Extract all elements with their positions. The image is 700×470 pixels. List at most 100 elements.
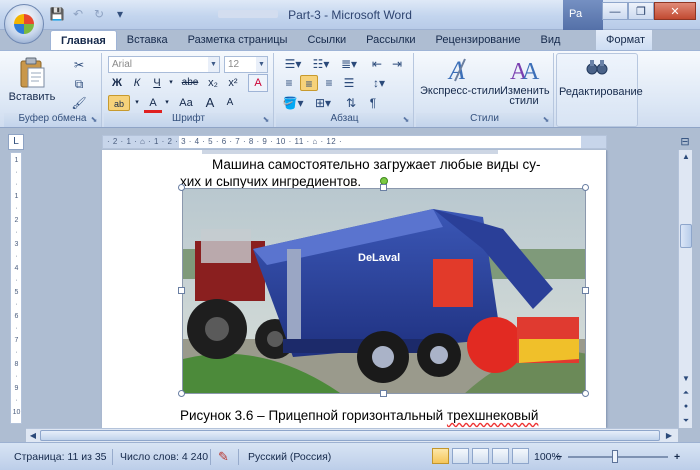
scroll-right-icon[interactable]: ▶ bbox=[662, 429, 676, 442]
tab-page-layout[interactable]: Разметка страницы bbox=[178, 30, 298, 50]
underline-button[interactable]: Ч bbox=[148, 75, 166, 91]
previous-page-icon[interactable]: ⏶ bbox=[679, 386, 693, 400]
tab-mailings[interactable]: Рассылки bbox=[356, 30, 425, 50]
multilevel-list-icon[interactable]: ≣▾ bbox=[336, 56, 362, 72]
font-name-combo[interactable]: Arial ▼ bbox=[108, 56, 220, 73]
zoom-slider-knob[interactable] bbox=[612, 450, 618, 463]
minimize-button[interactable]: — bbox=[602, 2, 628, 20]
resize-handle-w[interactable] bbox=[178, 287, 185, 294]
full-screen-reading-view-icon[interactable] bbox=[452, 448, 469, 464]
italic-button[interactable]: К bbox=[128, 75, 146, 91]
numbering-icon[interactable]: ☷▾ bbox=[308, 56, 334, 72]
scroll-down-icon[interactable]: ▼ bbox=[679, 372, 693, 386]
decrease-indent-icon[interactable]: ⇤ bbox=[368, 56, 386, 72]
resize-handle-sw[interactable] bbox=[178, 390, 185, 397]
resize-handle-ne[interactable] bbox=[582, 184, 589, 191]
increase-indent-icon[interactable]: ⇥ bbox=[388, 56, 406, 72]
paragraph-launcher-icon[interactable]: ⬊ bbox=[401, 115, 411, 125]
next-page-icon[interactable]: ⏷ bbox=[679, 414, 693, 428]
vertical-scrollbar[interactable]: ▲ ▼ ⏶ ● ⏷ bbox=[678, 150, 692, 428]
paragraph-line-1[interactable]: Машина самостоятельно загружает любые ви… bbox=[212, 156, 541, 173]
clipboard-launcher-icon[interactable]: ⬊ bbox=[89, 115, 99, 125]
borders-icon[interactable]: ⊞▾ bbox=[310, 95, 336, 111]
status-page[interactable]: Страница: 11 из 35 bbox=[14, 449, 107, 465]
tab-home[interactable]: Главная bbox=[50, 30, 117, 50]
sort-icon[interactable]: ⇅ bbox=[342, 95, 360, 111]
resize-handle-e[interactable] bbox=[582, 287, 589, 294]
draft-view-icon[interactable] bbox=[512, 448, 529, 464]
font-color-dropdown-icon[interactable]: ▾ bbox=[162, 95, 172, 111]
bold-button[interactable]: Ж bbox=[108, 75, 126, 91]
web-layout-view-icon[interactable] bbox=[472, 448, 489, 464]
copy-icon[interactable]: ⧉ bbox=[70, 76, 88, 92]
shrink-font-button[interactable]: A bbox=[220, 95, 240, 111]
change-case-button[interactable]: Aa bbox=[174, 95, 198, 111]
align-left-icon[interactable]: ≡ bbox=[280, 75, 298, 91]
office-button[interactable] bbox=[4, 4, 44, 44]
editing-button[interactable]: Редактирование bbox=[559, 58, 643, 108]
status-language[interactable]: Русский (Россия) bbox=[248, 449, 331, 465]
view-ruler-icon[interactable]: ⊟ bbox=[678, 134, 692, 150]
tab-selector-button[interactable]: L bbox=[8, 134, 24, 150]
font-size-dropdown-icon[interactable]: ▼ bbox=[256, 57, 267, 72]
font-name-dropdown-icon[interactable]: ▼ bbox=[208, 57, 219, 72]
scroll-left-icon[interactable]: ◀ bbox=[26, 429, 40, 442]
font-size-combo[interactable]: 12 ▼ bbox=[224, 56, 268, 73]
format-painter-icon[interactable]: 🖌 bbox=[70, 95, 88, 111]
horizontal-ruler[interactable]: · 2 · 1 · ⌂ · 1 · 2 · 3 · 4 · 5 · 6 · 7 … bbox=[102, 135, 607, 149]
tab-review[interactable]: Рецензирование bbox=[426, 30, 531, 50]
proofing-icon[interactable]: ✎ bbox=[218, 449, 229, 465]
horizontal-scroll-thumb[interactable] bbox=[40, 430, 660, 441]
grow-font-button[interactable]: A bbox=[200, 95, 220, 111]
vertical-scroll-thumb[interactable] bbox=[680, 224, 692, 248]
tab-references[interactable]: Ссылки bbox=[297, 30, 356, 50]
vertical-ruler[interactable]: 1 · · 1 · 2 · 3 · 4 · 5 · 6 · 7 · 8 · 9 · 10 bbox=[10, 152, 22, 424]
underline-dropdown-icon[interactable]: ▾ bbox=[166, 75, 176, 91]
picture-tools-context-tab[interactable]: Ра bbox=[563, 0, 603, 30]
cut-icon[interactable]: ✂ bbox=[70, 57, 88, 73]
tab-insert[interactable]: Вставка bbox=[117, 30, 178, 50]
styles-launcher-icon[interactable]: ⬊ bbox=[541, 115, 551, 125]
subscript-button[interactable]: x₂ bbox=[204, 75, 222, 91]
show-marks-button[interactable]: ¶ bbox=[364, 95, 382, 111]
scroll-up-icon[interactable]: ▲ bbox=[679, 150, 693, 164]
resize-handle-nw[interactable] bbox=[178, 184, 185, 191]
figure-caption[interactable]: Рисунок 3.6 – Прицепной горизонтальный т… bbox=[180, 408, 538, 423]
bullets-icon[interactable]: ☰▾ bbox=[280, 56, 306, 72]
maximize-button[interactable]: ❐ bbox=[628, 2, 654, 20]
align-right-icon[interactable]: ≡ bbox=[320, 75, 338, 91]
zoom-in-button[interactable]: + bbox=[674, 449, 680, 465]
close-button[interactable]: ✕ bbox=[654, 2, 696, 20]
font-color-button[interactable]: A bbox=[144, 95, 162, 113]
quick-styles-button[interactable]: A Экспресс-стили bbox=[420, 55, 500, 111]
status-word-count[interactable]: Число слов: 4 240 bbox=[120, 449, 208, 465]
strikethrough-button[interactable]: abe bbox=[178, 75, 202, 91]
highlight-dropdown-icon[interactable]: ▾ bbox=[132, 95, 142, 111]
clear-formatting-button[interactable]: A bbox=[248, 74, 268, 92]
tab-format[interactable]: Формат bbox=[596, 30, 652, 50]
zoom-slider[interactable] bbox=[568, 450, 668, 463]
resize-handle-s[interactable] bbox=[380, 390, 387, 397]
outline-view-icon[interactable] bbox=[492, 448, 509, 464]
selected-picture[interactable]: DeLaval bbox=[182, 188, 586, 394]
resize-handle-n[interactable] bbox=[380, 184, 387, 191]
figure-caption-misspelled-word[interactable]: трехшнековый bbox=[447, 408, 538, 423]
group-label-clipboard: Буфер обмена bbox=[4, 113, 101, 127]
horizontal-scrollbar[interactable]: ◀ ▶ bbox=[26, 428, 678, 442]
document-page[interactable]: Машина самостоятельно загружает любые ви… bbox=[102, 150, 606, 428]
paste-button[interactable]: Вставить bbox=[8, 55, 56, 107]
justify-icon[interactable]: ☰ bbox=[340, 75, 358, 91]
zoom-out-button[interactable]: − bbox=[556, 449, 562, 465]
document-area[interactable]: Машина самостоятельно загружает любые ви… bbox=[26, 150, 678, 428]
shading-icon[interactable]: 🪣▾ bbox=[280, 95, 306, 111]
line-spacing-icon[interactable]: ↕▾ bbox=[366, 75, 392, 91]
align-center-icon[interactable]: ≡ bbox=[300, 75, 318, 91]
tab-view[interactable]: Вид bbox=[531, 30, 571, 50]
change-styles-button[interactable]: A A Изменить стили bbox=[500, 55, 550, 111]
browse-object-icon[interactable]: ● bbox=[679, 400, 693, 414]
font-launcher-icon[interactable]: ⬊ bbox=[261, 115, 271, 125]
resize-handle-se[interactable] bbox=[582, 390, 589, 397]
superscript-button[interactable]: x² bbox=[224, 75, 242, 91]
highlight-button[interactable]: ab bbox=[108, 95, 130, 111]
print-layout-view-icon[interactable] bbox=[432, 448, 449, 464]
